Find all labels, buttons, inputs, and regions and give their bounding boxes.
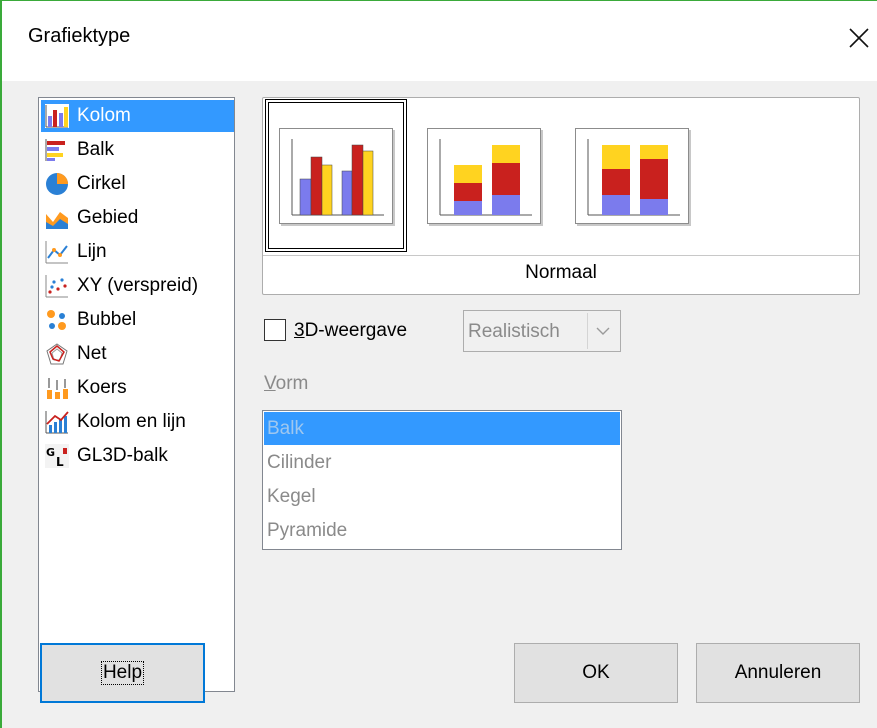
chart-type-item-gl3d-balk[interactable]: G L GL3D-balk: [41, 440, 234, 472]
3d-view-mnemonic: 3: [294, 320, 305, 341]
window-border-left: [0, 0, 2, 728]
bar-chart-icon: [45, 139, 65, 161]
3d-style-value: Realistisch: [468, 321, 560, 342]
net-chart-icon: [46, 343, 68, 365]
column-chart-icon: [45, 104, 69, 128]
3d-view-label-text: D-weergave: [304, 320, 408, 341]
shape-list[interactable]: Balk Cilinder Kegel Pyramide: [262, 410, 622, 550]
chart-type-label: XY (verspreid): [77, 275, 199, 296]
shape-item-cilinder[interactable]: Cilinder: [264, 446, 620, 479]
bubble-chart-icon: [47, 310, 66, 330]
normal-column-variant-icon: [291, 139, 384, 216]
variant-stacked[interactable]: [427, 128, 541, 224]
pie-chart-icon: [46, 173, 68, 195]
chart-type-label: Bubbel: [77, 309, 137, 330]
shape-item-balk[interactable]: Balk: [264, 412, 620, 445]
ok-button[interactable]: OK: [514, 643, 678, 703]
dialog-titlebar: Grafiektype: [2, 1, 877, 81]
chart-type-item-kolom[interactable]: Kolom: [41, 100, 234, 132]
chart-type-item-kolom-en-lijn[interactable]: Kolom en lijn: [41, 406, 234, 438]
3d-style-select[interactable]: Realistisch: [463, 310, 621, 352]
chart-type-label: Cirkel: [77, 173, 126, 194]
chart-type-label: Kolom: [77, 105, 131, 126]
close-button[interactable]: [840, 17, 877, 59]
gl3d-bar-icon: G L: [45, 444, 69, 468]
dialog-title: Grafiektype: [28, 25, 131, 47]
chart-type-item-bubbel[interactable]: Bubbel: [41, 304, 234, 336]
chart-type-label: GL3D-balk: [77, 445, 168, 466]
shape-item-pyramide[interactable]: Pyramide: [264, 514, 620, 547]
chart-type-list[interactable]: Kolom Balk Cirkel Gebied Lijn XY (verspr…: [38, 97, 235, 692]
shape-item-kegel[interactable]: Kegel: [264, 480, 620, 513]
chart-type-item-net[interactable]: Net: [41, 338, 234, 370]
chart-type-label: Net: [77, 343, 107, 364]
variant-percent-stacked[interactable]: [575, 128, 689, 224]
ok-button-label: OK: [582, 662, 610, 683]
chart-type-item-gebied[interactable]: Gebied: [41, 202, 234, 234]
variant-normal[interactable]: [279, 128, 393, 224]
svg-text:G: G: [46, 446, 55, 459]
chart-type-label: Lijn: [77, 241, 107, 262]
svg-text:L: L: [56, 455, 64, 468]
chart-type-item-lijn[interactable]: Lijn: [41, 236, 234, 268]
chart-type-label: Gebied: [77, 207, 139, 228]
3d-view-checkbox[interactable]: [264, 319, 286, 341]
variant-caption: Normaal: [525, 262, 597, 283]
help-button-label: Help: [100, 661, 145, 685]
variant-caption-divider: [263, 255, 859, 256]
shape-label-mnemonic: V: [264, 373, 276, 394]
chart-type-item-koers[interactable]: Koers: [41, 372, 234, 404]
chevron-down-icon: [596, 327, 610, 335]
line-chart-icon: [45, 241, 68, 264]
chart-variant-panel: Normaal: [262, 97, 860, 295]
chart-type-item-cirkel[interactable]: Cirkel: [41, 168, 234, 200]
area-chart-icon: [46, 212, 68, 229]
chart-type-label: Koers: [77, 377, 127, 398]
chart-type-label: Kolom en lijn: [77, 411, 186, 432]
shape-label-text: orm: [275, 373, 309, 394]
column-line-chart-icon: [45, 411, 69, 434]
cancel-button[interactable]: Annuleren: [696, 643, 860, 703]
cancel-button-label: Annuleren: [734, 662, 822, 683]
chart-type-item-xy[interactable]: XY (verspreid): [41, 270, 234, 302]
chart-type-item-balk[interactable]: Balk: [41, 134, 234, 166]
3d-view-label[interactable]: 3D-weergave: [294, 320, 407, 342]
shape-label: Vorm: [264, 373, 308, 395]
chart-type-label: Balk: [77, 139, 114, 160]
scatter-chart-icon: [45, 275, 68, 298]
3d-style-dropdown-button[interactable]: [587, 313, 618, 349]
percent-stacked-column-variant-icon: [587, 139, 680, 216]
stacked-column-variant-icon: [439, 139, 532, 216]
close-icon: [849, 28, 869, 48]
help-button[interactable]: Help: [40, 643, 205, 703]
stock-chart-icon: [47, 378, 68, 399]
